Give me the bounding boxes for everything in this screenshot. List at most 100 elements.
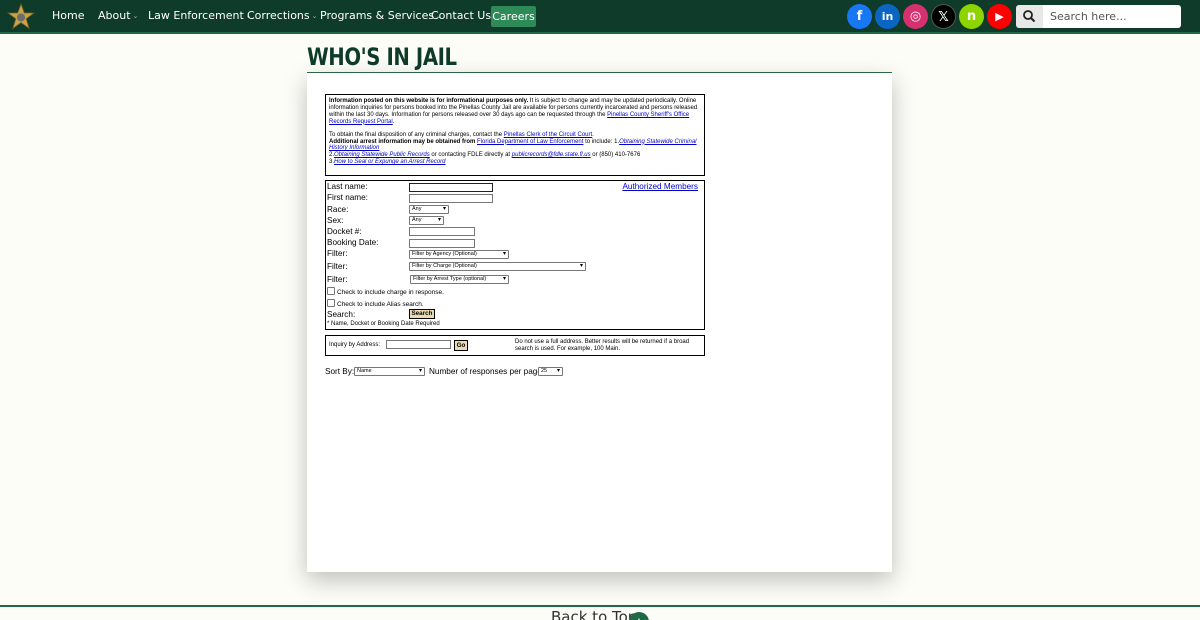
search-input[interactable] [1043, 5, 1181, 28]
address-label: Inquiry by Address: [329, 342, 381, 348]
responses-per-page-value: 25 [541, 368, 548, 374]
instagram-icon[interactable]: ◎ [903, 4, 928, 29]
additional-info-bold: Additional arrest information may be obt… [329, 138, 478, 145]
address-input[interactable] [386, 340, 451, 349]
footer-divider [0, 605, 1200, 607]
sex-value: Any [412, 217, 422, 223]
nav-law-enforcement[interactable]: Law Enforcement ⌄ [148, 0, 252, 32]
nav-about[interactable]: About ⌄ [98, 0, 138, 32]
linkedin-glyph: in [881, 10, 894, 23]
arrest-type-filter-select[interactable]: Filter by Arrest Type (optional) ▾ [410, 275, 509, 284]
docket-input[interactable] [409, 227, 475, 236]
first-name-label: First name: [327, 193, 368, 202]
arrest-type-filter-label: Filter: [327, 275, 348, 284]
sort-controls: Sort By: Name ▾ Number of responses per p… [325, 366, 725, 378]
notice-paragraph-2: To obtain the final disposition of any c… [329, 131, 594, 138]
go-button[interactable]: Go [454, 340, 468, 351]
x-icon[interactable]: 𝕏 [931, 4, 956, 29]
notice-paragraph-3: Additional arrest information may be obt… [329, 139, 701, 153]
sort-by-label: Sort By: [325, 367, 355, 376]
public-records-link[interactable]: Obtaining Statewide Public Records [334, 152, 430, 158]
sex-label: Sex: [327, 216, 344, 225]
chevron-down-icon: ▾ [418, 368, 422, 374]
include-charge-checkbox[interactable] [327, 287, 335, 295]
sort-by-select[interactable]: Name ▾ [354, 367, 425, 376]
search-icon [1023, 10, 1036, 23]
info-notice: Information posted on this website is fo… [325, 94, 705, 176]
authorized-members-link[interactable]: Authorized Members [622, 182, 698, 191]
agency-filter-label: Filter: [327, 249, 348, 258]
responses-per-page-select[interactable]: 25 ▾ [538, 367, 563, 376]
page-title: WHO'S IN JAIL [307, 43, 457, 71]
sheriff-star-icon[interactable] [7, 3, 35, 31]
instagram-glyph: ◎ [909, 9, 922, 24]
seal-expunge-link[interactable]: How to Seal or Expunge an Arrest Record [334, 159, 446, 165]
nav-about-label: About [98, 9, 131, 22]
youtube-glyph: ▶ [995, 10, 1004, 23]
agency-filter-select[interactable]: Filter by Agency (Optional) ▾ [409, 250, 509, 259]
nav-programs-label: Programs & Services [320, 9, 435, 22]
clerk-of-court-link[interactable]: Pinellas Clerk of the Circuit Court [504, 132, 592, 138]
nav-corrections-label: Corrections [247, 9, 310, 22]
chevron-down-icon: ▾ [502, 251, 506, 257]
chevron-down-icon: ▾ [502, 276, 506, 282]
content-card: Information posted on this website is fo… [307, 73, 892, 572]
chevron-down-icon: ▾ [579, 263, 583, 269]
linkedin-icon[interactable]: in [875, 4, 900, 29]
fdle-link[interactable]: Florida Department of Law Enforcement [477, 139, 583, 145]
notice-bold: Information posted on this website is fo… [329, 98, 529, 104]
search-submit-button[interactable]: Search [409, 309, 435, 319]
booking-date-label: Booking Date: [327, 238, 379, 247]
include-charge-row: Check to include charge in response. [327, 287, 444, 296]
nextdoor-icon[interactable]: n [959, 4, 984, 29]
address-inquiry: Inquiry by Address: Go Do not use a full… [325, 335, 705, 356]
fdle-phone: or (850) 410-7676 [590, 152, 641, 159]
first-name-input[interactable] [409, 194, 493, 203]
facebook-icon[interactable]: f [847, 4, 872, 29]
youtube-icon[interactable]: ▶ [987, 4, 1012, 29]
arrest-type-filter-value: Filter by Arrest Type (optional) [413, 276, 487, 282]
arrow-up-icon[interactable]: ▲ [629, 612, 649, 620]
chevron-down-icon: ⌄ [311, 12, 318, 20]
nav-contact-us[interactable]: Contact Us [431, 0, 491, 32]
back-to-top-link[interactable]: Back to Top [551, 608, 637, 620]
required-note: * Name, Docket or Booking Date Required [327, 321, 440, 327]
last-name-input[interactable] [409, 183, 493, 192]
nav-home-label: Home [52, 9, 85, 22]
include-alias-row: Check to include Alias search. [327, 299, 424, 308]
include-alias-checkbox[interactable] [327, 299, 335, 307]
race-select[interactable]: Any ▾ [409, 205, 449, 214]
contact-fdle-text: or contacting FDLE directly at [429, 152, 512, 159]
x-glyph: 𝕏 [938, 10, 949, 25]
nav-programs-services[interactable]: Programs & Services ⌄ [320, 0, 442, 32]
jail-search-form: Authorized Members Last name: First name… [325, 180, 705, 330]
booking-date-input[interactable] [409, 239, 475, 248]
sort-by-value: Name [357, 368, 372, 374]
docket-label: Docket #: [327, 227, 362, 236]
nav-corrections[interactable]: Corrections ⌄ [247, 0, 318, 32]
nav-home[interactable]: Home [52, 0, 84, 32]
include-text: to include: 1. [583, 138, 620, 145]
chevron-down-icon: ⌄ [132, 12, 139, 20]
fdle-email-link[interactable]: publicrecords@fdle.state.fl.us [512, 152, 591, 158]
careers-button[interactable]: Careers [491, 6, 536, 27]
top-navigation: Home About ⌄ Law Enforcement ⌄ Corrections… [0, 0, 1200, 34]
search-button[interactable] [1016, 5, 1043, 28]
sex-select[interactable]: Any ▾ [409, 216, 444, 225]
race-label: Race: [327, 205, 349, 214]
notice-paragraph-5: 3.How to Seal or Expunge an Arrest Recor… [329, 159, 701, 166]
chevron-down-icon: ▾ [442, 206, 446, 212]
include-alias-label: Check to include Alias search. [337, 301, 424, 308]
last-name-label: Last name: [327, 182, 368, 191]
nextdoor-glyph: n [966, 9, 977, 24]
charge-filter-value: Filter by Charge (Optional) [412, 263, 477, 269]
nav-contact-label: Contact Us [431, 9, 492, 22]
chevron-down-icon: ▾ [437, 217, 441, 223]
disposition-text: To obtain the final disposition of any c… [329, 131, 504, 138]
include-charge-label: Check to include charge in response. [337, 289, 444, 296]
search-label: Search: [327, 310, 356, 319]
charge-filter-label: Filter: [327, 262, 348, 271]
charge-filter-select[interactable]: Filter by Charge (Optional) ▾ [409, 262, 586, 271]
address-hint: Do not use a full address. Better result… [515, 339, 690, 352]
nav-law-enforcement-label: Law Enforcement [148, 9, 244, 22]
